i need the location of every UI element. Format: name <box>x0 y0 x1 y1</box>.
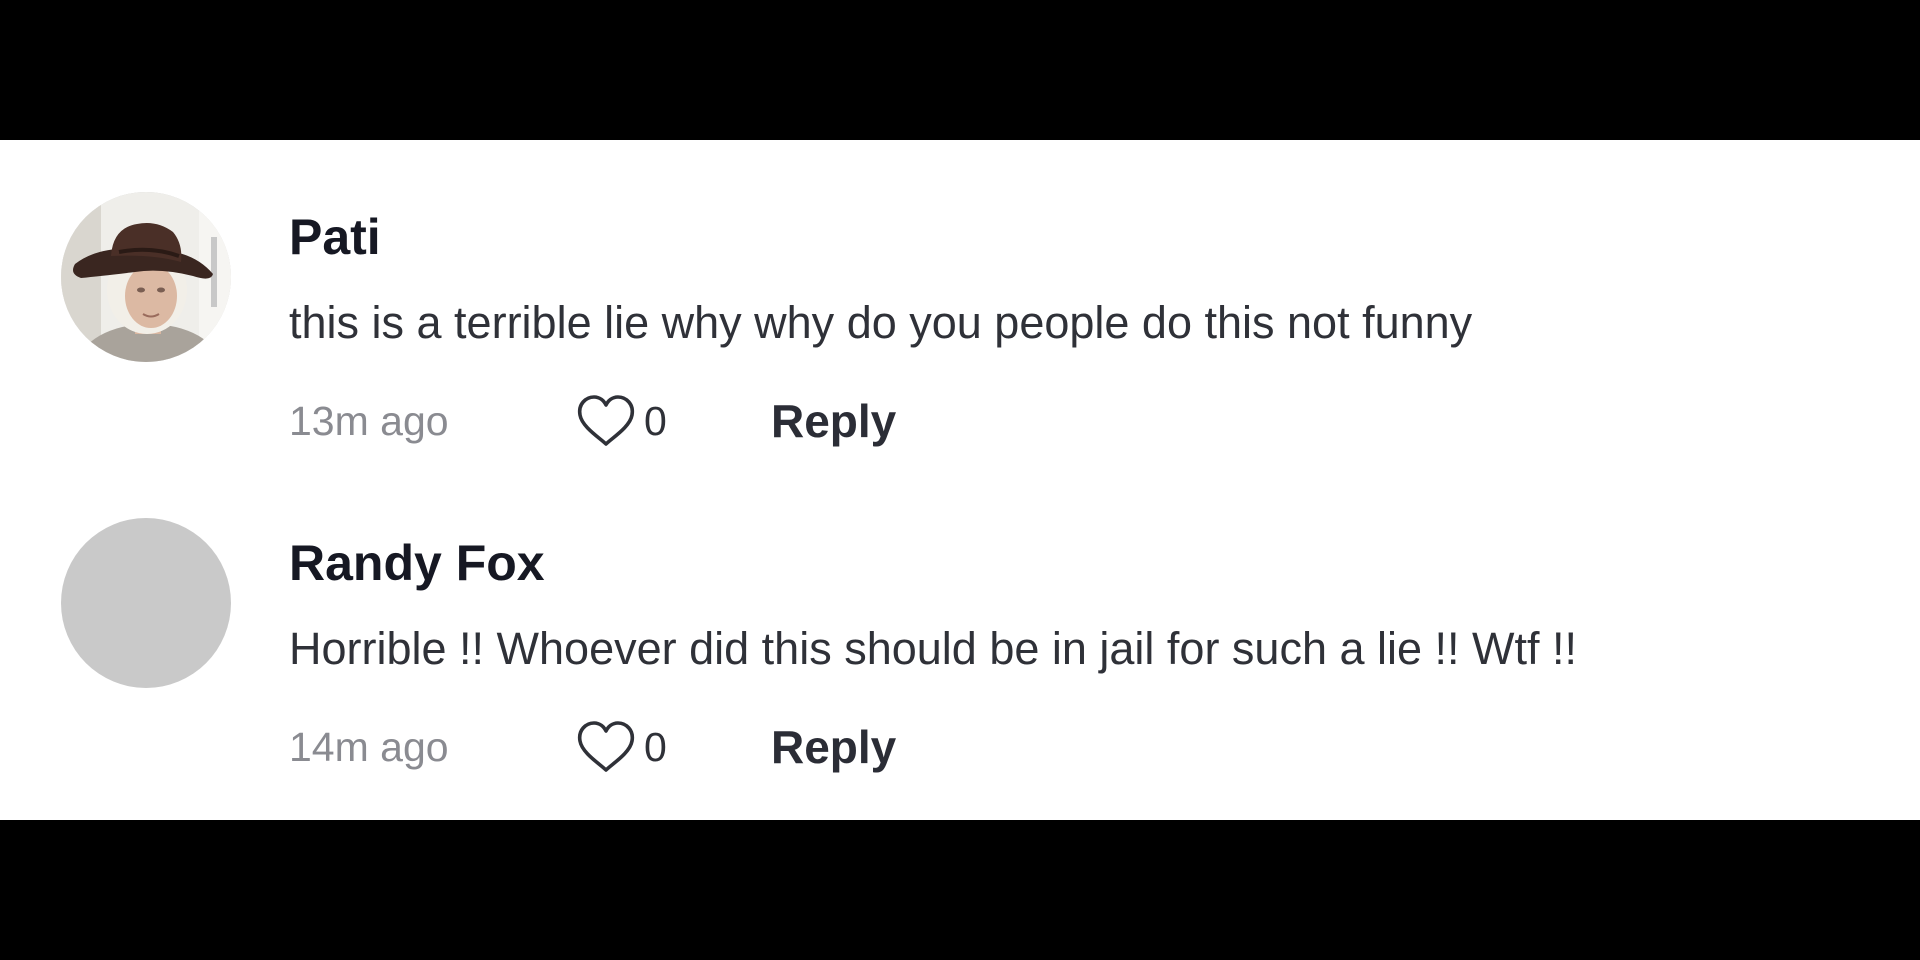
letterbox-bottom <box>0 820 1920 960</box>
reply-button[interactable]: Reply <box>771 394 896 448</box>
comment-timestamp: 14m ago <box>289 723 449 770</box>
comment-username[interactable]: Randy Fox <box>289 538 545 588</box>
comment-text: Horrible !! Whoever did this should be i… <box>289 623 1578 674</box>
like-count: 0 <box>644 397 667 444</box>
avatar-placeholder[interactable] <box>61 518 231 688</box>
avatar[interactable] <box>61 192 231 362</box>
avatar-photo <box>61 192 231 362</box>
like-button[interactable]: 0 <box>574 719 771 775</box>
comment-item: Pati this is a terrible lie why why do y… <box>0 140 1920 460</box>
reply-button[interactable]: Reply <box>771 720 896 774</box>
heart-icon <box>577 721 635 772</box>
like-button[interactable]: 0 <box>574 393 771 449</box>
comment-item: Randy Fox Horrible !! Whoever did this s… <box>0 466 1920 786</box>
heart-icon <box>577 395 635 446</box>
comment-meta: 13m ago 0 Reply <box>289 393 896 449</box>
like-count: 0 <box>644 723 667 770</box>
comment-meta: 14m ago 0 Reply <box>289 719 896 775</box>
comment-timestamp: 13m ago <box>289 397 449 444</box>
letterbox-top <box>0 0 1920 140</box>
comment-text: this is a terrible lie why why do you pe… <box>289 297 1473 348</box>
comment-username[interactable]: Pati <box>289 212 381 262</box>
comments-panel: Pati this is a terrible lie why why do y… <box>0 140 1920 820</box>
